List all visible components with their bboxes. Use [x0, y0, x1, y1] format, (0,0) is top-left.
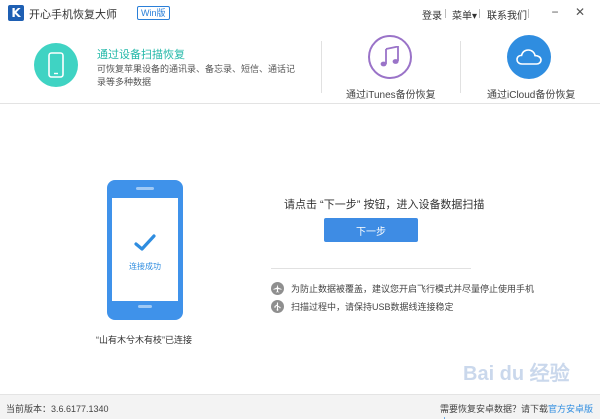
music-note-icon	[380, 46, 399, 67]
divider	[479, 9, 480, 18]
itunes-mode-button[interactable]	[368, 35, 412, 79]
checkmark-icon	[134, 234, 156, 251]
itunes-mode-label[interactable]: 通过iTunes备份恢复	[346, 86, 436, 101]
divider	[528, 9, 529, 18]
app-logo-icon: K	[8, 5, 24, 21]
chevron-down-icon: ▾	[472, 11, 478, 22]
airplane-icon	[271, 282, 284, 295]
device-scan-mode-description: 可恢复苹果设备的通讯录、备忘录、短信、通话记录等多种数据	[97, 64, 296, 87]
login-link[interactable]: 登录	[422, 7, 442, 22]
icloud-mode-label[interactable]: 通过iCloud备份恢复	[487, 86, 575, 101]
recovery-mode-bar: 通过设备扫描恢复 可恢复苹果设备的通讯录、备忘录、短信、通话记录等多种数据 通过…	[0, 26, 600, 104]
minimize-icon[interactable]: −	[548, 5, 562, 19]
baidu-watermark-logo: Bai du 经验	[463, 361, 570, 385]
device-scan-mode-button[interactable]	[34, 43, 78, 87]
edition-badge: Win版	[137, 6, 170, 20]
app-title: 开心手机恢复大师	[29, 9, 117, 21]
icloud-mode-button[interactable]	[507, 35, 551, 79]
next-step-button[interactable]: 下一步	[324, 218, 418, 242]
version-label: 当前版本：3.6.6177.1340	[6, 404, 109, 414]
android-download-prompt: 需要恢复安卓数据？请下载官方安卓版本	[440, 402, 600, 419]
tip-text: 扫描过程中，请保持USB数据线连接稳定	[291, 302, 454, 312]
divider	[321, 41, 322, 93]
scan-instruction: 请点击 “下一步” 按钮，进入设备数据扫描	[284, 199, 485, 211]
menu-dropdown[interactable]: 菜单▾	[452, 7, 477, 22]
connection-status: 连接成功	[129, 262, 161, 271]
divider	[271, 268, 471, 269]
connected-phone-illustration: 连接成功	[107, 180, 183, 320]
usb-icon	[271, 300, 284, 313]
phone-home-button	[138, 305, 152, 308]
connected-device-label: “山有木兮木有枝”已连接	[96, 335, 192, 345]
phone-screen: 连接成功	[112, 198, 178, 301]
close-icon[interactable]: ✕	[573, 5, 587, 19]
menu-label: 菜单	[452, 11, 472, 22]
android-prompt-text: 需要恢复安卓数据？请下载	[440, 404, 549, 414]
status-bar: 当前版本：3.6.6177.1340 需要恢复安卓数据？请下载官方安卓版本	[0, 394, 600, 419]
phone-speaker	[136, 187, 154, 190]
divider	[460, 41, 461, 93]
tip-airplane-mode: 为防止数据被覆盖，建议您开启飞行模式并尽量停止使用手机	[271, 282, 534, 295]
contact-link[interactable]: 联系我们	[487, 7, 527, 22]
divider	[445, 9, 446, 18]
tip-text: 为防止数据被覆盖，建议您开启飞行模式并尽量停止使用手机	[291, 284, 535, 294]
device-scan-mode-title[interactable]: 通过设备扫描恢复	[97, 46, 185, 62]
cloud-icon	[516, 49, 542, 65]
tip-usb-connection: 扫描过程中，请保持USB数据线连接稳定	[271, 300, 454, 313]
phone-icon	[48, 52, 64, 78]
watermark-text: Bai du 经验	[463, 361, 570, 385]
title-bar: K 开心手机恢复大师 Win版 登录 菜单▾ 联系我们 − ✕	[0, 0, 600, 26]
